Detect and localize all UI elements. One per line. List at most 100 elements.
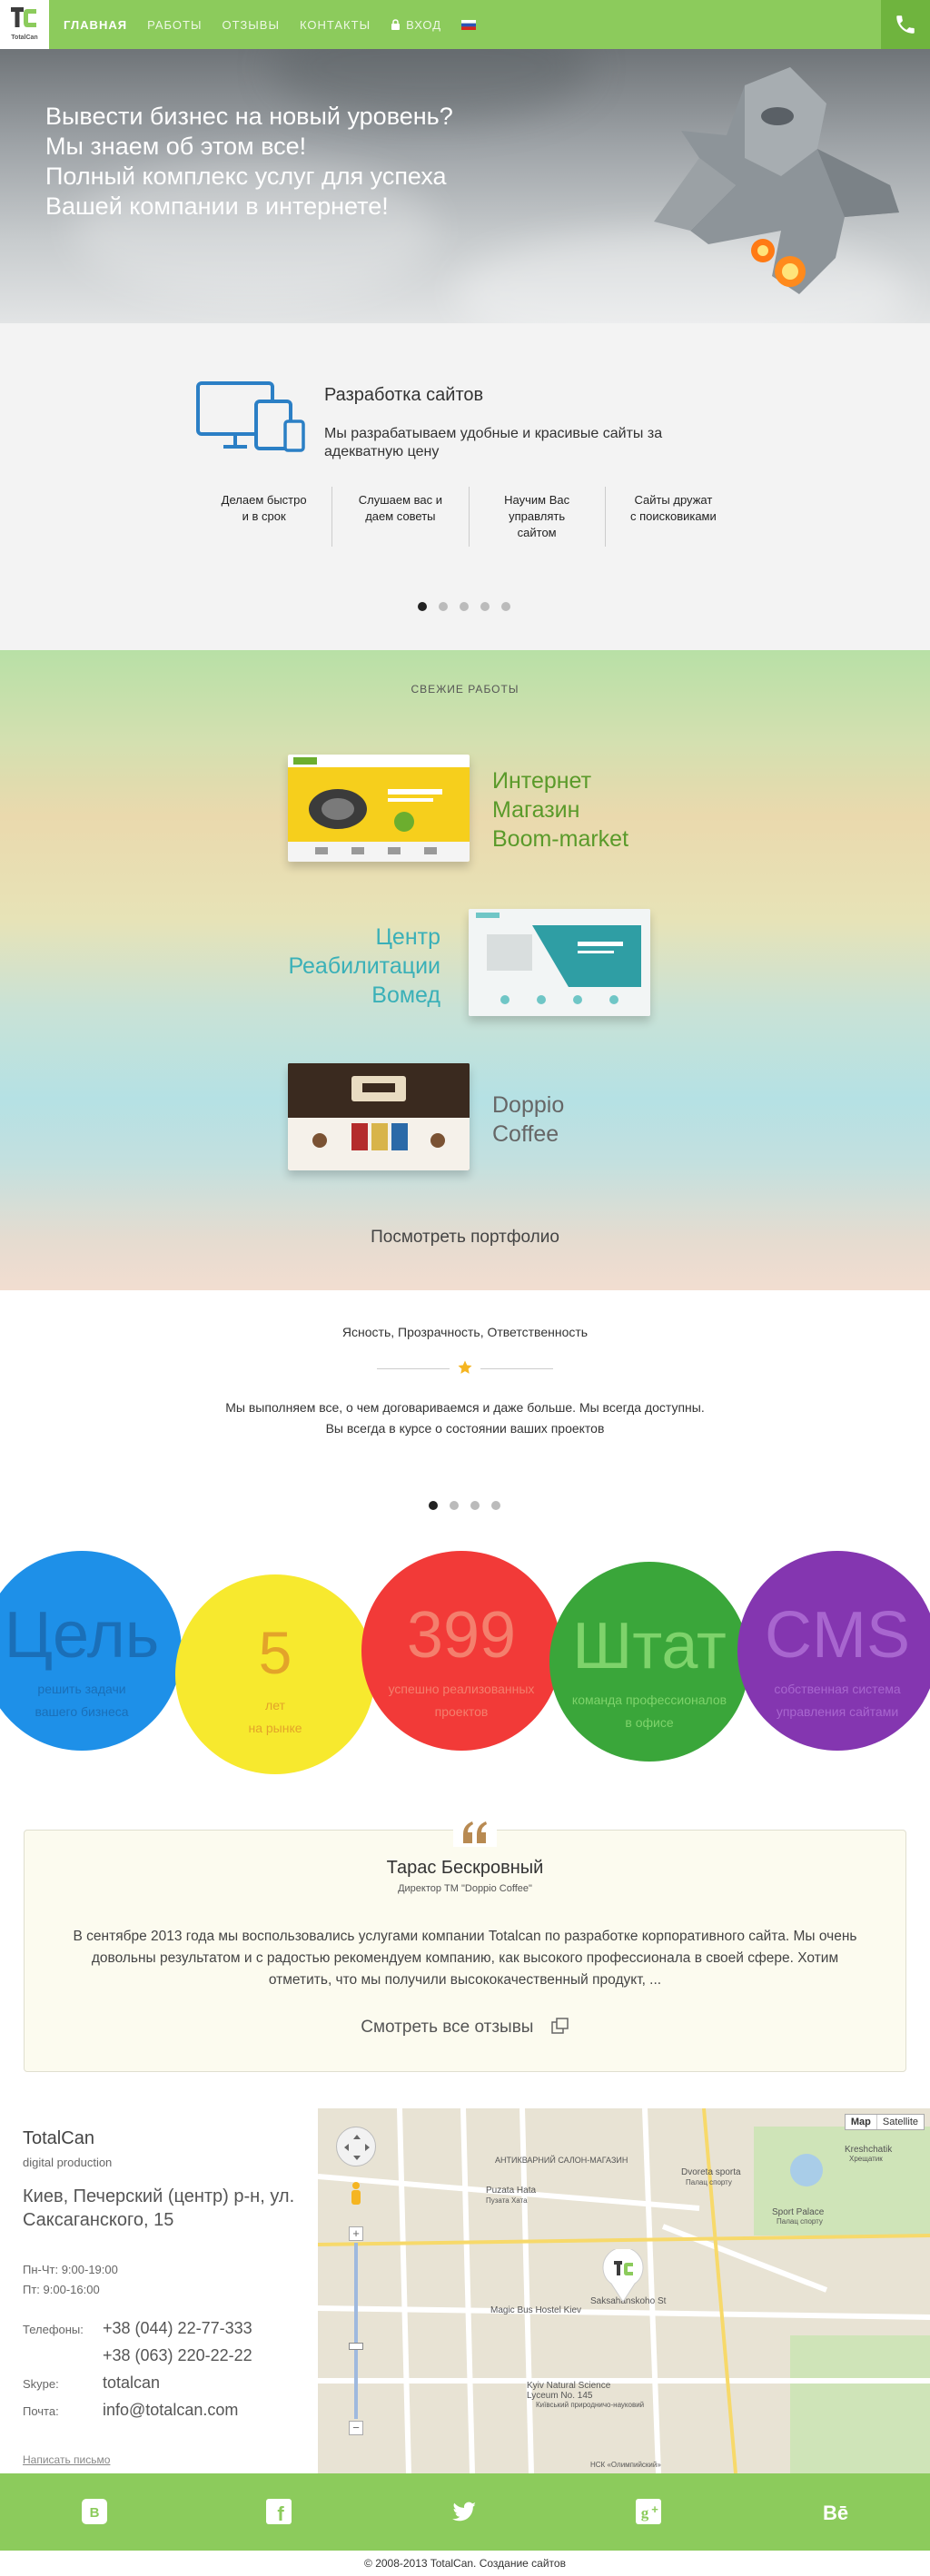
slider-dot[interactable] [439, 602, 448, 611]
slider-dot[interactable] [429, 1501, 438, 1510]
facebook-icon[interactable]: f [265, 2498, 292, 2525]
svg-text:Bē: Bē [823, 2502, 848, 2524]
skype-row: Skype: totalcan [23, 2374, 161, 2392]
values-text: Мы выполняем все, о чем договариваемся и… [225, 1400, 705, 1436]
hours-weekdays: Пн-Чт: 9:00-19:00 [23, 2263, 118, 2276]
login-link[interactable]: ВХОД [391, 18, 441, 32]
zoom-slider[interactable] [349, 2243, 363, 2419]
vk-icon[interactable]: B [81, 2498, 108, 2525]
write-email-link[interactable]: Написать письмо [23, 2453, 110, 2466]
stat-circle-staff: Штат команда профессионалов в офисе [549, 1562, 749, 1762]
hours-friday: Пт: 9:00-16:00 [23, 2283, 100, 2296]
fighter-jet-image [654, 67, 899, 294]
svg-text:АНТИКВАРНИЙ САЛОН-МАГАЗИН: АНТИКВАРНИЙ САЛОН-МАГАЗИН [495, 2155, 628, 2165]
divider-line [480, 1368, 553, 1369]
map-type-map-button[interactable]: Map [846, 2115, 877, 2129]
slider-dot[interactable] [501, 602, 510, 611]
stat-circle-goal: Цель решить задачи вашего бизнеса [0, 1551, 182, 1751]
logo[interactable]: TotalCan [0, 0, 49, 49]
pegman-icon[interactable] [349, 2181, 363, 2206]
twitter-icon[interactable] [450, 2498, 478, 2525]
zoom-handle[interactable] [349, 2343, 363, 2350]
zoom-out-button[interactable]: − [349, 2421, 363, 2435]
behance-icon[interactable]: Bē [820, 2498, 851, 2525]
svg-text:Пузата Хата: Пузата Хата [486, 2196, 528, 2205]
login-label: ВХОД [406, 17, 442, 32]
works-heading: СВЕЖИЕ РАБОТЫ [411, 683, 519, 696]
googleplus-icon[interactable]: g + [635, 2498, 662, 2525]
svg-text:Хрещатик: Хрещатик [849, 2155, 883, 2163]
works-section: СВЕЖИЕ РАБОТЫ Интернет Магазин Boom-market [0, 650, 930, 1290]
values-title: Ясность, Прозрачность, Ответственность [341, 1325, 589, 1339]
svg-text:Палац спорту: Палац спорту [686, 2178, 732, 2186]
all-reviews-link[interactable]: Смотреть все отзывы [25, 2018, 905, 2038]
divider-line [377, 1368, 450, 1369]
logo-mark-icon [11, 7, 36, 27]
devices-icon [196, 381, 305, 452]
feature-item: Слушаем вас и даем советы [332, 487, 470, 547]
hero-line: Вывести бизнес на новый уровень? [45, 103, 453, 130]
values-section: Ясность, Прозрачность, Ответственность М… [0, 1290, 930, 1531]
slider-dot[interactable] [480, 602, 490, 611]
work-thumbnail-vomed[interactable] [469, 909, 650, 1016]
svg-text:Kyiv Natural Science: Kyiv Natural Science [527, 2381, 611, 2391]
testimonial-card: Тарас Бескровный Директор ТМ "Doppio Cof… [24, 1818, 906, 2072]
svg-text:Палац спорту: Палац спорту [777, 2217, 823, 2226]
zoom-control: + − [349, 2226, 363, 2437]
company-tagline: digital production [23, 2156, 113, 2169]
slider-dot[interactable] [470, 1501, 480, 1510]
slider-dot[interactable] [491, 1501, 500, 1510]
testimonial-author: Тарас Бескровный [386, 1858, 544, 1878]
svg-text:Kreshchatik: Kreshchatik [845, 2145, 893, 2155]
feature-item: Сайты дружат с поисковиками [629, 493, 717, 523]
external-windows-icon [551, 2018, 569, 2034]
svg-text:Dvoreta sporta: Dvoreta sporta [681, 2167, 741, 2177]
hero-line: Вашей компании в интернете! [45, 192, 389, 220]
hero-banner: Вывести бизнес на новый уровень? Мы знае… [0, 49, 930, 323]
phone-row-2: +38 (063) 220-22-22 [23, 2346, 313, 2365]
testimonial-role: Директор ТМ "Doppio Coffee" [398, 1883, 532, 1894]
slider-dot[interactable] [450, 1501, 459, 1510]
work-title-vomed[interactable]: Центр Реабилитации Вомед [254, 923, 440, 1010]
service-title: Разработка сайтов [324, 385, 484, 405]
map-type-satellite-button[interactable]: Satellite [877, 2115, 924, 2129]
slider-dot[interactable] [418, 602, 427, 611]
map-marker-icon[interactable] [602, 2249, 644, 2302]
nav-item-reviews[interactable]: ОТЗЫВЫ [223, 18, 280, 32]
quote-icon [453, 1818, 497, 1847]
phone-button[interactable] [881, 0, 930, 49]
nav-item-works[interactable]: РАБОТЫ [147, 18, 202, 32]
phone-1[interactable]: +38 (044) 22-77-333 [103, 2319, 252, 2337]
work-title-boom-market[interactable]: Интернет Магазин Boom-market [492, 766, 628, 854]
nav-item-contacts[interactable]: КОНТАКТЫ [300, 18, 371, 32]
phone-icon [896, 15, 915, 34]
phone-2[interactable]: +38 (063) 220-22-22 [103, 2346, 252, 2364]
hero-line: Полный комплекс услуг для успеха [45, 163, 447, 190]
svg-text:B: B [90, 2505, 100, 2521]
map-pan-control[interactable] [336, 2127, 376, 2166]
view-portfolio-link[interactable]: Посмотреть портфолио [0, 1228, 930, 1248]
nav-item-home[interactable]: ГЛАВНАЯ [64, 18, 127, 32]
zoom-in-button[interactable]: + [349, 2226, 363, 2241]
services-slider-dots [418, 602, 510, 611]
work-thumbnail-boom-market[interactable] [288, 755, 470, 862]
svg-text:Puzata Hata: Puzata Hata [486, 2186, 536, 2196]
work-thumbnail-doppio[interactable] [288, 1063, 470, 1170]
stat-circle-years: 5 лет на рынке [175, 1574, 375, 1774]
email-row: Почта: info@totalcan.com [23, 2401, 239, 2419]
logo-text: TotalCan [11, 35, 38, 41]
phone-row: Телефоны: +38 (044) 22-77-333 [23, 2319, 252, 2337]
location-map[interactable]: Dvoreta sporta Палац спорту АНТИКВАРНИЙ … [318, 2108, 930, 2473]
testimonial-text: В сентябре 2013 года мы воспользовались … [73, 1929, 857, 1988]
email-address[interactable]: info@totalcan.com [103, 2401, 238, 2419]
svg-text:Київський природничо-науковий: Київський природничо-науковий [536, 2401, 644, 2409]
work-title-doppio[interactable]: Doppio Coffee [492, 1091, 564, 1149]
vomed-preview-image [469, 909, 650, 1016]
skype-handle[interactable]: totalcan [103, 2374, 160, 2392]
lock-icon [391, 18, 401, 30]
russian-flag-icon[interactable] [461, 19, 477, 30]
svg-text:g: g [641, 2504, 649, 2522]
feature-item: Научим Вас управлять сайтом [470, 487, 606, 547]
svg-text:Sport Palace: Sport Palace [772, 2207, 825, 2217]
slider-dot[interactable] [460, 602, 469, 611]
